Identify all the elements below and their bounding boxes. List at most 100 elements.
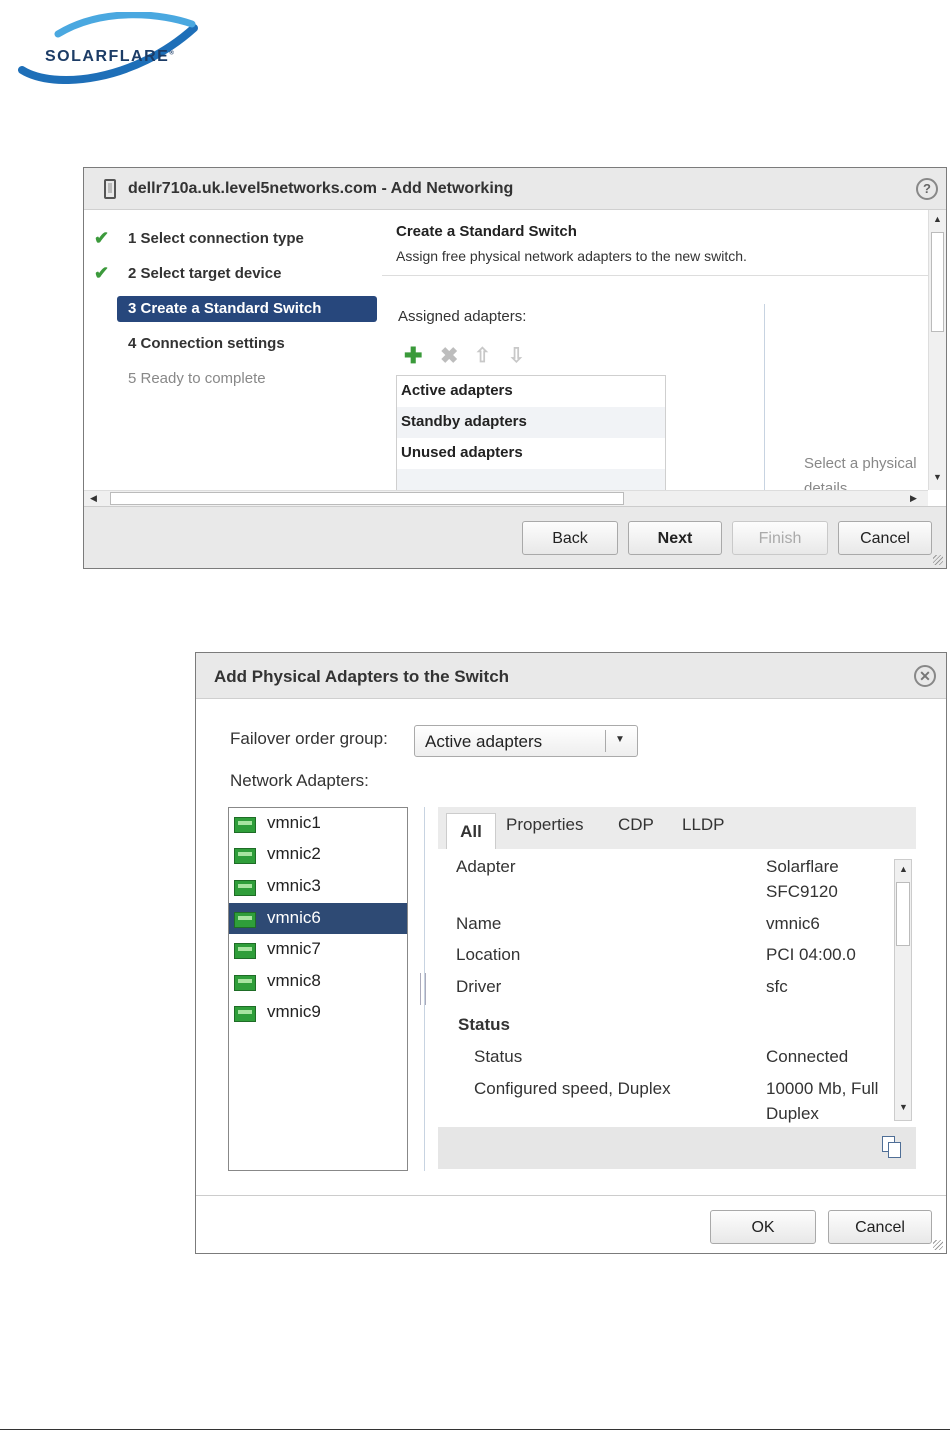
page-subheading: Assign free physical network adapters to…: [396, 248, 747, 264]
resize-grip-icon[interactable]: [933, 1240, 943, 1250]
nic-icon: [234, 912, 256, 928]
dialog-title: dellr710a.uk.level5networks.com - Add Ne…: [128, 180, 514, 197]
cancel-button[interactable]: Cancel: [838, 521, 932, 555]
status-heading: Status: [458, 1015, 510, 1034]
remove-adapter-icon[interactable]: ✖: [440, 345, 458, 367]
step-ready-to-complete: 5 Ready to complete: [128, 370, 266, 387]
add-adapter-icon[interactable]: ✚: [404, 345, 422, 367]
speed-value-2: Duplex: [766, 1104, 819, 1123]
adapter-details-panel: All Properties CDP LLDP Adapter Solarfla…: [438, 807, 916, 1169]
select-hint-text: Select a physical: [804, 455, 917, 472]
cancel-button[interactable]: Cancel: [828, 1210, 932, 1244]
list-item-vmnic1[interactable]: vmnic1: [229, 808, 407, 839]
failover-order-group-select[interactable]: Active adapters ▼: [414, 725, 638, 757]
nic-icon: [234, 943, 256, 959]
tab-properties[interactable]: Properties: [506, 815, 583, 835]
scroll-down-icon[interactable]: ▼: [933, 472, 942, 482]
tab-cdp[interactable]: CDP: [618, 815, 654, 835]
assigned-adapters-label: Assigned adapters:: [398, 308, 527, 325]
list-item-vmnic6[interactable]: vmnic6: [229, 903, 407, 934]
check-icon: ✔: [94, 228, 110, 248]
details-scrollbar[interactable]: ▲ ▼: [894, 859, 912, 1121]
move-up-icon[interactable]: ⇧: [474, 345, 491, 367]
adapter-key: Adapter: [456, 857, 516, 876]
next-button[interactable]: Next: [628, 521, 722, 555]
location-key: Location: [456, 945, 521, 964]
nic-icon: [234, 817, 256, 833]
tab-lldp[interactable]: LLDP: [682, 815, 725, 835]
pane-divider: [764, 304, 765, 490]
scroll-left-icon[interactable]: ◀: [90, 493, 97, 504]
back-button[interactable]: Back: [522, 521, 618, 555]
scroll-thumb[interactable]: [896, 882, 910, 946]
list-item-empty: [397, 469, 665, 490]
name-value: vmnic6: [766, 914, 820, 933]
driver-key: Driver: [456, 977, 502, 996]
location-value: PCI 04:00.0: [766, 945, 856, 964]
list-item-vmnic8[interactable]: vmnic8: [229, 966, 407, 997]
finish-button: Finish: [732, 521, 828, 555]
step-connection-settings[interactable]: 4 Connection settings: [84, 331, 382, 357]
list-item-standby-adapters[interactable]: Standby adapters: [397, 407, 665, 438]
scroll-up-icon[interactable]: ▲: [933, 214, 942, 224]
list-item-vmnic9[interactable]: vmnic9: [229, 997, 407, 1028]
close-icon[interactable]: ✕: [914, 665, 936, 687]
network-adapters-list: vmnic1 vmnic2 vmnic3 vmnic6 vmnic7 vmnic…: [228, 807, 408, 1171]
add-physical-adapters-dialog: Add Physical Adapters to the Switch ✕ Fa…: [195, 652, 947, 1254]
check-icon: ✔: [94, 263, 110, 283]
help-icon[interactable]: ?: [916, 178, 938, 200]
page-bottom-rule: [0, 1429, 950, 1430]
wizard-steps: ✔ 1 Select connection type ✔ 2 Select ta…: [84, 210, 382, 490]
nic-icon: [234, 1006, 256, 1022]
horizontal-scrollbar[interactable]: ◀ ▶: [84, 490, 928, 506]
chevron-down-icon: ▼: [615, 734, 625, 745]
list-item-vmnic2[interactable]: vmnic2: [229, 839, 407, 870]
solarflare-logo: SOLARFLARE®: [14, 11, 204, 84]
copy-icon[interactable]: [882, 1136, 902, 1158]
scroll-thumb[interactable]: [110, 492, 624, 505]
scroll-thumb[interactable]: [931, 232, 944, 332]
list-item-active-adapters[interactable]: Active adapters: [397, 376, 665, 407]
assigned-adapters-list: Active adapters Standby adapters Unused …: [396, 375, 666, 490]
dialog-title: Add Physical Adapters to the Switch: [214, 667, 510, 686]
dialog-titlebar: dellr710a.uk.level5networks.com - Add Ne…: [84, 168, 946, 210]
wizard-content: Create a Standard Switch Assign free phy…: [382, 210, 928, 490]
driver-value: sfc: [766, 977, 788, 996]
adapter-value: Solarflare: [766, 857, 839, 876]
dialog-titlebar: Add Physical Adapters to the Switch ✕: [196, 653, 946, 699]
page-heading: Create a Standard Switch: [396, 223, 577, 240]
ok-button[interactable]: OK: [710, 1210, 816, 1244]
details-tabs: All Properties CDP LLDP: [438, 807, 916, 849]
speed-key: Configured speed, Duplex: [474, 1079, 671, 1098]
scroll-up-icon[interactable]: ▲: [899, 864, 908, 874]
list-item-unused-adapters[interactable]: Unused adapters: [397, 438, 665, 469]
dialog-footer: OK Cancel: [196, 1195, 946, 1253]
status-key: Status: [474, 1047, 523, 1066]
move-down-icon[interactable]: ⇩: [508, 345, 525, 367]
dialog-footer: Back Next Finish Cancel: [84, 506, 946, 568]
list-item-vmnic7[interactable]: vmnic7: [229, 934, 407, 965]
add-networking-dialog: dellr710a.uk.level5networks.com - Add Ne…: [83, 167, 947, 569]
step-select-connection-type[interactable]: ✔ 1 Select connection type: [84, 226, 382, 252]
select-hint-text-2: details: [804, 480, 848, 490]
nic-icon: [234, 880, 256, 896]
divider: [382, 275, 928, 276]
step-select-target-device[interactable]: ✔ 2 Select target device: [84, 261, 382, 287]
network-adapters-label: Network Adapters:: [230, 771, 369, 790]
details-footer: [438, 1127, 916, 1169]
scroll-right-icon[interactable]: ▶: [910, 493, 917, 504]
step-create-standard-switch[interactable]: 3 Create a Standard Switch: [84, 296, 382, 322]
vertical-scrollbar[interactable]: ▲ ▼: [928, 210, 946, 490]
tab-all[interactable]: All: [446, 813, 496, 849]
failover-order-group-label: Failover order group:: [230, 729, 388, 748]
list-item-vmnic3[interactable]: vmnic3: [229, 871, 407, 902]
resize-grip-icon[interactable]: [933, 555, 943, 565]
name-key: Name: [456, 914, 502, 933]
nic-icon: [234, 848, 256, 864]
splitter-handle[interactable]: [420, 973, 426, 1005]
speed-value: 10000 Mb, Full: [766, 1079, 879, 1098]
scroll-down-icon[interactable]: ▼: [899, 1102, 908, 1112]
host-icon: [104, 179, 116, 199]
logo-text: SOLARFLARE®: [45, 48, 176, 65]
status-value: Connected: [766, 1047, 849, 1066]
